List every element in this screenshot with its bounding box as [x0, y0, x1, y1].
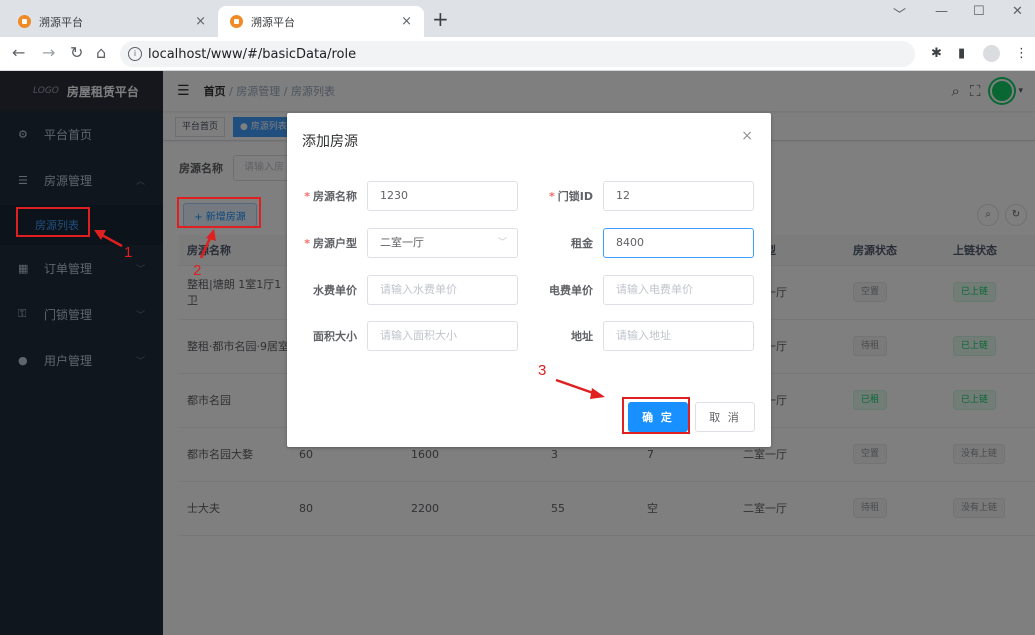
annotation-arrows — [94, 229, 605, 399]
arrow-icon — [199, 229, 216, 259]
arrow-icon — [94, 230, 123, 248]
arrow-icon — [555, 378, 605, 399]
